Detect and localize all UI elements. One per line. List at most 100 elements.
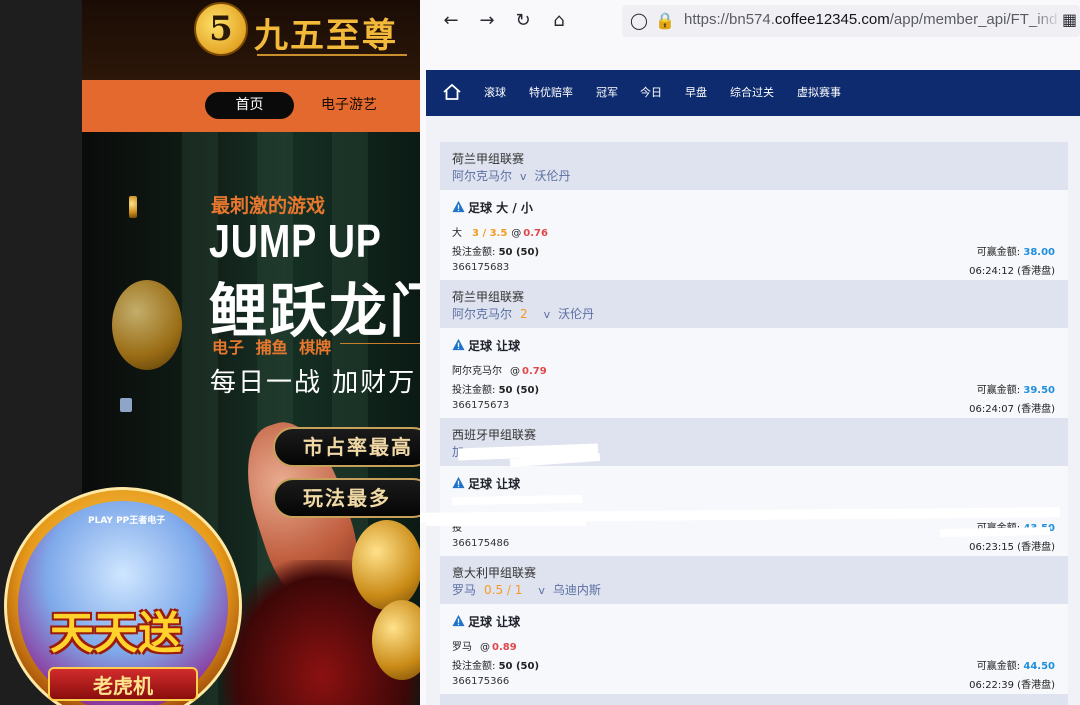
stake-label: 投注金额:	[452, 247, 496, 258]
bet-card: 荷兰甲组联赛 阿尔克马尔 2 v 沃伦丹 足球 让球 阿尔克马尔 @0.79 投注金额:…	[440, 280, 1068, 418]
nav-home-button[interactable]: 首页	[205, 92, 294, 119]
casino-logo-text[interactable]: 九五至尊	[254, 8, 398, 57]
handicap: 2	[520, 307, 528, 321]
league-header: 荷兰甲组联赛 阿尔克马尔 v 沃伦丹	[440, 142, 1068, 190]
badge-title: 天天送	[50, 608, 182, 659]
bet-time: 06:22:39 (香港盘)	[969, 680, 1055, 691]
bet-type-label: 足球 让球	[468, 615, 521, 629]
bet-list: 荷兰甲组联赛 阿尔克马尔 v 沃伦丹 足球 大 / 小 大 3 / 3.5 @0.76 …	[420, 116, 1080, 705]
lock-icon[interactable]: 🔒	[654, 9, 676, 33]
warning-icon	[452, 614, 465, 627]
bet-pick: 阿尔克马尔 @0.79	[452, 362, 547, 377]
redaction-mark	[426, 520, 586, 526]
banner-tagline: 每日一战 加财万	[210, 368, 417, 398]
stake-label: 投注金额:	[452, 661, 496, 672]
bet-card-partial	[440, 694, 1068, 705]
ticket-id: 366175486	[452, 538, 510, 549]
to-win: 可赢金额: 44.50	[977, 657, 1055, 672]
nav-virtual[interactable]: 虚拟赛事	[797, 70, 841, 116]
pick-odds: 0.89	[492, 642, 517, 653]
home-icon[interactable]	[442, 82, 462, 102]
league-name: 荷兰甲组联赛	[452, 152, 525, 166]
warning-icon	[452, 338, 465, 351]
bet-type-label: 足球 让球	[468, 339, 521, 353]
ticket-id: 366175366	[452, 676, 510, 687]
gold-chip-icon	[129, 196, 137, 218]
bet-details: 足球 让球 阿尔克马尔 @0.79 投注金额: 50 (50) 可赢金额: 39.…	[440, 328, 1068, 418]
home-icon[interactable]: ⌂	[548, 10, 570, 32]
at-sign: @	[480, 642, 490, 653]
nav-live[interactable]: 滚球	[484, 70, 506, 116]
browser-window: ← → ↻ ⌂ ◯ 🔒 https://bn574.coffee12345.co…	[420, 0, 1080, 705]
bet-card: 西班牙甲组联赛 加 足球 让球 投 可赢金额: 43.50 366175486 …	[420, 418, 1068, 556]
url-fade	[1032, 5, 1062, 37]
casino-nav: 首页 电子游艺	[82, 80, 420, 132]
bet-card: 荷兰甲组联赛 阿尔克马尔 v 沃伦丹 足球 大 / 小 大 3 / 3.5 @0.76 …	[440, 142, 1068, 280]
nav-today[interactable]: 今日	[640, 70, 662, 116]
url-text[interactable]: https://bn574.coffee12345.com/app/member…	[684, 11, 1057, 28]
stake-value: 50 (50)	[498, 247, 540, 258]
address-bar[interactable]: ◯ 🔒 https://bn574.coffee12345.com/app/me…	[622, 5, 1080, 37]
banner-divider	[340, 343, 420, 344]
win-value: 38.00	[1023, 247, 1055, 258]
qr-code-icon[interactable]: ▦	[1062, 10, 1077, 29]
pick-odds: 0.79	[522, 366, 547, 377]
promo-badge[interactable]: PLAY PP王者电子 天天送 老虎机	[0, 487, 245, 705]
away-team: 沃伦丹	[534, 169, 571, 183]
bet-time: 06:24:12 (香港盘)	[969, 266, 1055, 277]
bet-details: 足球 大 / 小 大 3 / 3.5 @0.76 投注金额: 50 (50) 可赢金…	[440, 190, 1068, 280]
to-win: 可赢金额: 39.50	[977, 381, 1055, 396]
feature-pill[interactable]: 玩法最多	[273, 478, 420, 518]
nav-best-odds[interactable]: 特优赔率	[529, 70, 573, 116]
badge-subtitle: 老虎机	[93, 674, 153, 698]
win-label: 可赢金额:	[976, 661, 1021, 672]
feature-pill[interactable]: 市占率最高	[273, 427, 420, 467]
ticket-id: 366175673	[452, 400, 510, 411]
logo-digit: 5	[209, 9, 233, 49]
casino-logo-icon[interactable]: 5	[194, 2, 248, 56]
bet-type: 足球 让球	[452, 475, 520, 492]
win-value: 44.50	[1023, 661, 1055, 672]
forward-arrow-icon[interactable]: →	[476, 10, 498, 32]
screen: 5 九五至尊 首页 电子游艺 最刺激的游戏 JUMP UP 鲤跃龙门 电子 捕鱼…	[0, 0, 1080, 705]
pick-label: 罗马	[452, 642, 472, 653]
to-win: 可赢金额: 38.00	[977, 243, 1055, 258]
home-team: 阿尔克马尔	[452, 307, 513, 321]
sportsbook-nav: 滚球 特优赔率 冠军 今日 早盘 综合过关 虚拟赛事	[426, 70, 1080, 116]
gold-coin-icon	[112, 280, 182, 370]
away-team: 乌迪内斯	[552, 583, 601, 597]
back-arrow-icon[interactable]: ←	[440, 10, 462, 32]
url-domain: coffee12345.com	[774, 11, 890, 28]
logo-ornament	[257, 54, 407, 64]
vs-label: v	[543, 308, 551, 321]
league-name: 意大利甲组联赛	[452, 566, 537, 580]
at-sign: @	[510, 366, 520, 377]
match-teams: 阿尔克马尔 v 沃伦丹	[452, 167, 571, 184]
banner-title-en: JUMP UP	[209, 215, 382, 267]
league-name: 西班牙甲组联赛	[452, 428, 537, 442]
nav-games-link[interactable]: 电子游艺	[321, 92, 377, 119]
badge-brand: PLAY PP王者电子	[88, 516, 166, 526]
match-teams: 阿尔克马尔 2 v 沃伦丹	[452, 305, 594, 322]
pick-label: 大	[452, 228, 462, 239]
vs-label: v	[520, 170, 527, 183]
bet-time: 06:23:15 (香港盘)	[969, 542, 1055, 553]
bet-pick: 大 3 / 3.5 @0.76	[452, 224, 548, 239]
gold-coin-icon	[352, 520, 420, 610]
reload-icon[interactable]: ↻	[512, 10, 534, 32]
win-value: 39.50	[1023, 385, 1055, 396]
bet-type-label: 足球 大 / 小	[468, 201, 533, 215]
sportsbook-page: 滚球 特优赔率 冠军 今日 早盘 综合过关 虚拟赛事 荷兰甲组联赛 阿尔克马尔 v…	[420, 70, 1080, 705]
stake: 投注金额: 50 (50)	[452, 243, 539, 258]
nav-parlay[interactable]: 综合过关	[730, 70, 774, 116]
ticket-id: 366175683	[452, 262, 510, 273]
warning-icon	[452, 476, 465, 489]
shield-icon[interactable]: ◯	[628, 9, 650, 33]
bet-time: 06:24:07 (香港盘)	[969, 404, 1055, 415]
nav-outright[interactable]: 冠军	[596, 70, 618, 116]
away-team: 沃伦丹	[558, 307, 595, 321]
win-label: 可赢金额:	[976, 385, 1021, 396]
pick-line: 3 / 3.5	[472, 228, 508, 239]
nav-early[interactable]: 早盘	[685, 70, 707, 116]
bet-card: 意大利甲组联赛 罗马 0.5 / 1 v 乌迪内斯 足球 让球 罗马 @0.89 投注金…	[440, 556, 1068, 694]
